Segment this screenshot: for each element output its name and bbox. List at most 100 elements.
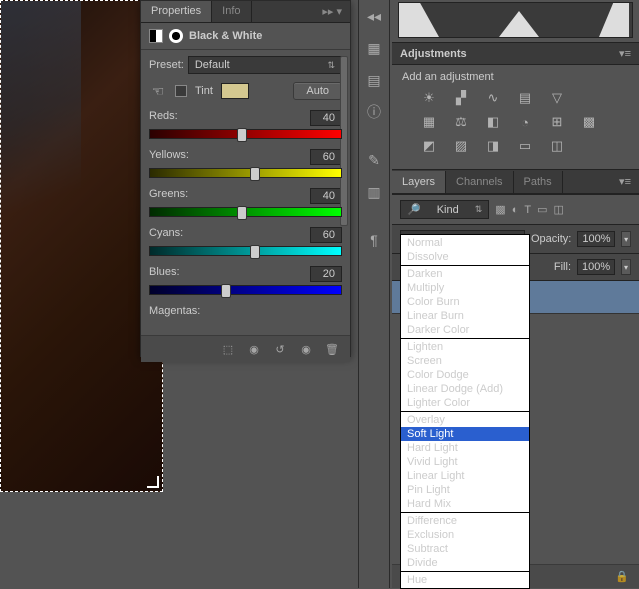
panel-flyout-icon[interactable]: ▸▸ ▾ [314,1,350,22]
clip-icon[interactable]: ⬚ [220,341,236,357]
blend-mode-dropdown[interactable]: NormalDissolve DarkenMultiplyColor BurnL… [400,234,530,589]
blend-option[interactable]: Hard Mix [401,497,529,511]
panel-menu-icon[interactable]: ▾≡ [619,47,631,60]
blend-option[interactable]: Multiply [401,281,529,295]
filter-kind-select[interactable]: 🔎Kind⇅ [400,200,489,219]
brush-icon[interactable]: ✎ [362,148,386,172]
trash-icon[interactable]: 🗑 [324,341,340,357]
blend-option[interactable]: Darken [401,267,529,281]
fill-stepper[interactable]: ▾ [621,259,631,275]
properties-tabs: Properties Info ▸▸ ▾ [141,1,350,23]
lock-icon[interactable]: 🔒 [615,570,629,583]
tab-channels[interactable]: Channels [446,171,513,193]
slider-handle[interactable] [221,284,231,298]
blues-slider[interactable] [149,285,342,295]
curves-icon[interactable]: ∿ [484,89,502,107]
gradient-map-icon[interactable]: ▭ [516,137,534,155]
kind-label: Kind [437,204,459,216]
opacity-stepper[interactable]: ▾ [621,231,631,247]
vibrance-icon[interactable]: ▽ [548,89,566,107]
blend-option[interactable]: Lighter Color [401,396,529,410]
posterize-icon[interactable]: ▨ [452,137,470,155]
blend-option[interactable]: Pin Light [401,483,529,497]
previous-icon[interactable]: ◉ [246,341,262,357]
chevron-updown-icon: ⇅ [327,60,335,71]
tint-checkbox[interactable] [175,85,187,97]
tab-info[interactable]: Info [212,1,251,22]
blend-option[interactable]: Darker Color [401,323,529,337]
yellows-slider[interactable] [149,168,342,178]
panel-menu-icon[interactable]: ▾≡ [611,170,639,193]
preset-select[interactable]: Default ⇅ [188,56,342,74]
slider-handle[interactable] [237,206,247,220]
blend-option[interactable]: Normal [401,236,529,250]
filter-pixel-icon[interactable]: ▩ [495,203,505,216]
fill-value[interactable]: 100% [577,259,615,275]
blend-option[interactable]: Subtract [401,542,529,556]
blend-option[interactable]: Linear Light [401,469,529,483]
blend-option[interactable]: Color Burn [401,295,529,309]
blend-option[interactable]: Overlay [401,413,529,427]
filter-shape-icon[interactable]: ▭ [537,203,547,216]
swatches-icon[interactable]: ▥ [362,180,386,204]
blend-option[interactable]: Difference [401,514,529,528]
tab-paths[interactable]: Paths [514,171,563,193]
blend-option[interactable]: Exclusion [401,528,529,542]
blend-option[interactable]: Divide [401,556,529,570]
brightness-icon[interactable]: ☀ [420,89,438,107]
greens-slider[interactable] [149,207,342,217]
blend-option[interactable]: Screen [401,354,529,368]
blend-option[interactable]: Vivid Light [401,455,529,469]
hue-icon[interactable]: ▦ [420,113,438,131]
levels-icon[interactable]: ▞ [452,89,470,107]
blend-option[interactable]: Linear Dodge (Add) [401,382,529,396]
cyans-slider[interactable] [149,246,342,256]
filter-smart-icon[interactable]: ◫ [553,203,563,216]
opacity-value[interactable]: 100% [577,231,615,247]
slider-handle[interactable] [250,167,260,181]
blend-option[interactable]: Soft Light [401,427,529,441]
paragraph-icon[interactable]: ¶ [362,228,386,252]
blues-value[interactable]: 20 [310,266,342,282]
greens-label: Greens: [149,188,188,204]
exposure-icon[interactable]: ▤ [516,89,534,107]
filter-type-icon[interactable]: T [524,204,531,216]
mixer-icon[interactable]: ⊞ [548,113,566,131]
blend-option[interactable]: Hard Light [401,441,529,455]
selective-icon[interactable]: ◫ [548,137,566,155]
slider-handle[interactable] [250,245,260,259]
slider-handle[interactable] [237,128,247,142]
threshold-icon[interactable]: ◨ [484,137,502,155]
reset-icon[interactable]: ↺ [272,341,288,357]
blend-option[interactable]: Dissolve [401,250,529,264]
image-selection[interactable] [0,0,163,492]
tab-properties[interactable]: Properties [141,1,212,22]
greens-value[interactable]: 40 [310,188,342,204]
invert-icon[interactable]: ◩ [420,137,438,155]
filter-adjust-icon[interactable]: ◐ [512,204,519,216]
tint-swatch[interactable] [221,83,249,99]
reds-slider[interactable] [149,129,342,139]
reds-value[interactable]: 40 [310,110,342,126]
yellows-value[interactable]: 60 [310,149,342,165]
balance-icon[interactable]: ⚖ [452,113,470,131]
lookup-icon[interactable]: ▩ [580,113,598,131]
cube-icon[interactable]: ▦ [362,36,386,60]
properties-footer: ⬚ ◉ ↺ ◉ 🗑 [141,335,350,362]
auto-button[interactable]: Auto [293,82,342,100]
info-icon[interactable]: ⓘ [362,100,386,124]
cyans-value[interactable]: 60 [310,227,342,243]
blend-option[interactable]: Color Dodge [401,368,529,382]
photo-filter-icon[interactable]: ◔ [516,113,534,131]
expand-arrows-icon[interactable]: ◂◂ [362,4,386,28]
blend-option[interactable]: Linear Burn [401,309,529,323]
tab-layers[interactable]: Layers [392,171,446,193]
targeted-adjust-icon[interactable]: ☜ [149,82,167,100]
blend-option[interactable]: Lighten [401,340,529,354]
scrollbar-thumb[interactable] [340,56,348,226]
history-icon[interactable]: ▤ [362,68,386,92]
slider-blues: Blues:20 [149,266,342,295]
blend-option[interactable]: Hue [401,573,529,587]
visibility-icon[interactable]: ◉ [298,341,314,357]
bw-icon[interactable]: ◧ [484,113,502,131]
